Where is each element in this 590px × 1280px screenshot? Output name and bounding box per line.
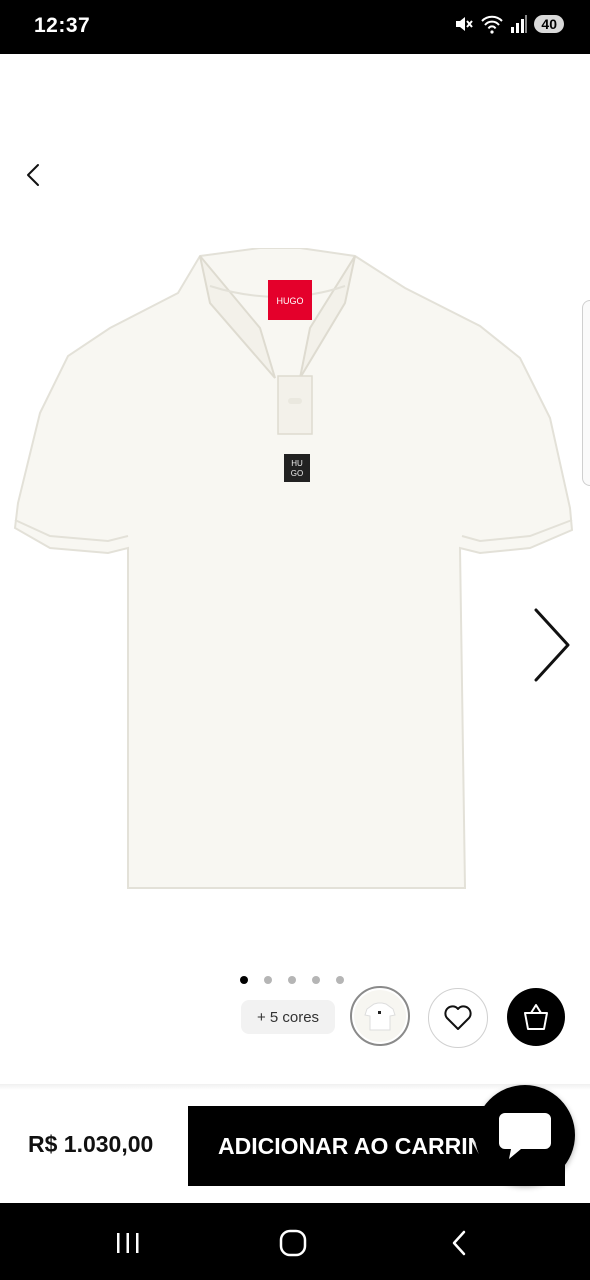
carousel-dots bbox=[240, 976, 344, 984]
svg-text:HUGO: HUGO bbox=[277, 296, 304, 306]
polo-thumbnail-icon bbox=[364, 1002, 396, 1031]
more-colors-chip[interactable]: + 5 cores bbox=[241, 1000, 335, 1034]
home-icon bbox=[279, 1229, 307, 1257]
carousel-dot[interactable] bbox=[288, 976, 296, 984]
color-swatch[interactable] bbox=[350, 986, 410, 1046]
carousel-dot[interactable] bbox=[336, 976, 344, 984]
home-button[interactable] bbox=[273, 1223, 313, 1263]
carousel-dot[interactable] bbox=[312, 976, 320, 984]
mute-icon bbox=[456, 17, 474, 31]
battery-icon: 40 bbox=[534, 15, 564, 33]
chevron-right-icon bbox=[534, 608, 570, 682]
wishlist-button[interactable] bbox=[428, 988, 488, 1048]
chevron-left-icon bbox=[27, 164, 39, 186]
status-icons: 40 bbox=[454, 14, 564, 34]
carousel-dot[interactable] bbox=[240, 976, 248, 984]
back-icon bbox=[452, 1230, 466, 1256]
wifi-icon bbox=[481, 15, 504, 34]
side-drawer-handle[interactable] bbox=[582, 300, 590, 486]
system-nav-bar bbox=[0, 1203, 590, 1280]
svg-text:GO: GO bbox=[291, 469, 303, 478]
status-bar: 12:37 40 bbox=[0, 0, 590, 54]
chat-button[interactable] bbox=[475, 1085, 575, 1185]
chat-bubble-icon bbox=[499, 1113, 551, 1159]
signal-icon bbox=[511, 15, 528, 33]
swatch-thumbnail bbox=[354, 990, 406, 1042]
recent-apps-button[interactable] bbox=[108, 1223, 148, 1263]
shirt-body bbox=[13, 248, 574, 889]
shopping-bag-icon bbox=[524, 1004, 548, 1030]
product-price: R$ 1.030,00 bbox=[28, 1131, 154, 1157]
bag-button[interactable] bbox=[507, 988, 565, 1046]
status-time: 12:37 bbox=[34, 14, 91, 37]
heart-icon bbox=[444, 1005, 472, 1030]
system-back-button[interactable] bbox=[440, 1223, 480, 1263]
svg-text:HU: HU bbox=[291, 459, 303, 468]
carousel-dot[interactable] bbox=[264, 976, 272, 984]
divider bbox=[0, 1084, 590, 1090]
next-image-button[interactable] bbox=[528, 604, 576, 686]
product-image: HUGO HU GO bbox=[13, 248, 574, 889]
back-button[interactable] bbox=[18, 158, 50, 192]
recent-apps-icon bbox=[117, 1233, 139, 1253]
